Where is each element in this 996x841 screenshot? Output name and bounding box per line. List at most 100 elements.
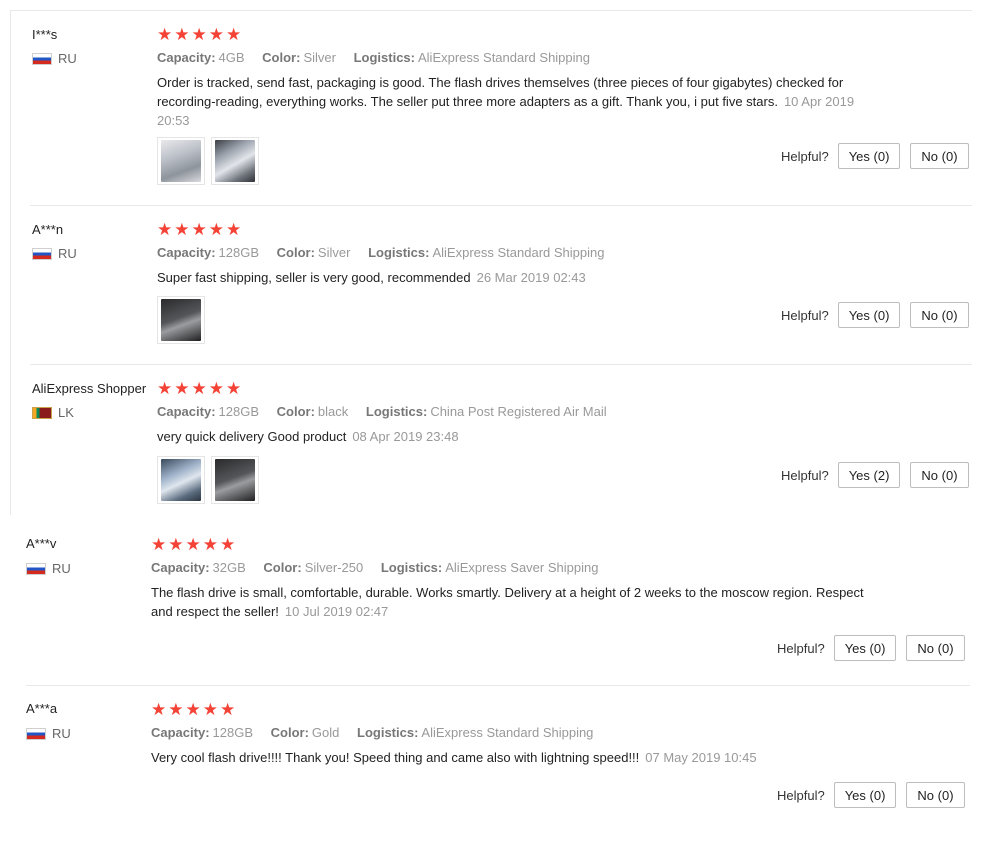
helpful-yes-button[interactable]: Yes (0) xyxy=(833,635,897,661)
star-icon: ★ xyxy=(226,220,242,239)
helpful-controls: Helpful? Yes (0) No (0) xyxy=(781,302,969,328)
review-body: Very cool flash drive!!!! Thank you! Spe… xyxy=(151,750,640,765)
top-divider xyxy=(10,10,972,11)
helpful-yes-button[interactable]: Yes (0) xyxy=(837,302,901,328)
review-photo-thumbnail[interactable] xyxy=(157,296,205,344)
helpful-controls: Helpful? Yes (0) No (0) xyxy=(777,635,965,661)
reviewer-country: LK xyxy=(32,405,74,420)
star-rating: ★ ★ ★ ★ ★ xyxy=(157,26,241,43)
review-date: 08 Apr 2019 23:48 xyxy=(352,429,459,444)
star-icon: ★ xyxy=(157,25,173,44)
star-icon: ★ xyxy=(151,535,167,554)
ru-flag-icon xyxy=(32,247,52,260)
capacity-value: 128GB xyxy=(212,725,254,740)
photo-image xyxy=(161,140,201,182)
logistics-label: Logistics: xyxy=(357,725,419,740)
reviewer-name: A***n xyxy=(32,222,64,237)
review-photo-thumbnail[interactable] xyxy=(157,456,205,504)
reviewer-name: A***v xyxy=(26,536,57,551)
star-icon: ★ xyxy=(191,220,207,239)
capacity-value: 128GB xyxy=(218,404,260,419)
logistics-label: Logistics: xyxy=(380,560,443,575)
review-body: Order is tracked, send fast, packaging i… xyxy=(157,75,844,109)
country-code: RU xyxy=(52,561,71,576)
ru-flag-icon xyxy=(26,727,46,740)
helpful-controls: Helpful? Yes (0) No (0) xyxy=(781,143,969,169)
review-date: 10 Jul 2019 02:47 xyxy=(284,604,389,619)
lk-flag-icon xyxy=(32,406,52,419)
photo-image xyxy=(161,459,201,501)
logistics-value: AliExpress Standard Shipping xyxy=(421,725,594,740)
review-date: 26 Mar 2019 02:43 xyxy=(476,270,586,285)
color-label: Color: xyxy=(263,560,302,575)
ru-flag-icon xyxy=(32,52,52,65)
capacity-label: Capacity: xyxy=(157,50,216,65)
review-body: very quick delivery Good product xyxy=(157,429,347,444)
photo-image xyxy=(215,140,255,182)
capacity-label: Capacity: xyxy=(151,725,210,740)
helpful-no-button[interactable]: No (0) xyxy=(910,462,969,488)
star-icon: ★ xyxy=(168,700,184,719)
helpful-label: Helpful? xyxy=(777,787,825,803)
color-label: Color: xyxy=(276,404,315,419)
helpful-yes-button[interactable]: Yes (0) xyxy=(837,143,901,169)
review-photo-thumbnail[interactable] xyxy=(157,137,205,185)
logistics-value: AliExpress Saver Shipping xyxy=(445,560,599,575)
star-rating: ★ ★ ★ ★ ★ xyxy=(157,221,241,238)
star-icon: ★ xyxy=(185,700,201,719)
logistics-value: China Post Registered Air Mail xyxy=(430,404,607,419)
helpful-no-button[interactable]: No (0) xyxy=(910,302,969,328)
star-icon: ★ xyxy=(157,379,173,398)
star-icon: ★ xyxy=(174,220,190,239)
review-photo-thumbnail[interactable] xyxy=(211,456,259,504)
capacity-value: 4GB xyxy=(218,50,245,65)
star-icon: ★ xyxy=(202,700,218,719)
star-icon: ★ xyxy=(208,220,224,239)
star-icon: ★ xyxy=(174,379,190,398)
review-attributes: Capacity: 32GB Color: Silver-250 Logistics… xyxy=(151,560,612,575)
reviewer-country: RU xyxy=(26,561,71,576)
helpful-no-button[interactable]: No (0) xyxy=(910,143,969,169)
star-icon: ★ xyxy=(191,25,207,44)
logistics-label: Logistics: xyxy=(365,404,428,419)
ru-flag-icon xyxy=(26,562,46,575)
color-value: Silver xyxy=(303,50,336,65)
star-icon: ★ xyxy=(157,220,173,239)
capacity-label: Capacity: xyxy=(151,560,210,575)
country-code: RU xyxy=(58,51,77,66)
star-icon: ★ xyxy=(174,25,190,44)
color-value: Silver xyxy=(317,245,351,260)
helpful-no-button[interactable]: No (0) xyxy=(906,782,965,808)
review-photos xyxy=(157,137,259,185)
photo-image xyxy=(161,299,201,341)
review-text: Very cool flash drive!!!! Thank you! Spe… xyxy=(151,748,871,767)
helpful-yes-button[interactable]: Yes (2) xyxy=(837,462,901,488)
reviewer-name: I***s xyxy=(32,27,58,42)
star-icon: ★ xyxy=(226,25,242,44)
star-icon: ★ xyxy=(226,379,242,398)
country-code: RU xyxy=(58,246,77,261)
review-date: 07 May 2019 10:45 xyxy=(645,750,757,765)
logistics-label: Logistics: xyxy=(368,245,430,260)
star-icon: ★ xyxy=(220,700,236,719)
review-attributes: Capacity: 4GB Color: Silver Logistics: AliE… xyxy=(157,50,604,65)
helpful-yes-button[interactable]: Yes (0) xyxy=(833,782,897,808)
helpful-no-button[interactable]: No (0) xyxy=(906,635,965,661)
review-photos xyxy=(157,296,205,344)
reviewer-country: RU xyxy=(26,726,71,741)
logistics-label: Logistics: xyxy=(353,50,415,65)
star-icon: ★ xyxy=(220,535,236,554)
logistics-value: AliExpress Standard Shipping xyxy=(418,50,590,65)
review-photos xyxy=(157,456,259,504)
review-photo-thumbnail[interactable] xyxy=(211,137,259,185)
capacity-label: Capacity: xyxy=(157,404,216,419)
review-text: The flash drive is small, comfortable, d… xyxy=(151,583,871,621)
logistics-value: AliExpress Standard Shipping xyxy=(432,245,605,260)
color-value: black xyxy=(317,404,349,419)
helpful-label: Helpful? xyxy=(781,148,829,164)
star-icon: ★ xyxy=(185,535,201,554)
helpful-label: Helpful? xyxy=(777,640,825,656)
reviewer-name: AliExpress Shopper xyxy=(32,381,147,396)
color-label: Color: xyxy=(262,50,301,65)
reviewer-name: A***a xyxy=(26,701,58,716)
